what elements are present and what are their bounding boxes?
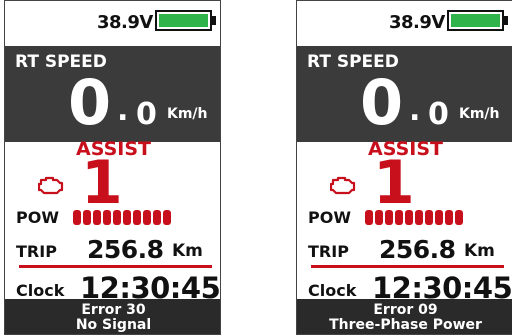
trip-label: TRIP <box>16 242 57 261</box>
divider-line <box>19 265 212 268</box>
speed-panel: RT SPEED 0 . 0 Km/h <box>5 46 220 142</box>
power-segment <box>163 210 171 225</box>
voltage-readout: 38.9V <box>97 12 153 33</box>
battery-icon <box>155 10 212 31</box>
power-segment <box>455 210 463 225</box>
speed-decimal-point: . <box>409 93 421 128</box>
power-segment <box>445 210 453 225</box>
trip-unit: Km <box>172 241 203 261</box>
power-segment <box>133 210 141 225</box>
power-segment <box>425 210 433 225</box>
error-code: Error 30 <box>81 302 146 318</box>
power-bar <box>365 210 463 225</box>
power-segment <box>123 210 131 225</box>
speed-unit: Km/h <box>167 106 208 122</box>
error-message: Three-Phase Power <box>329 317 482 333</box>
power-segment <box>113 210 121 225</box>
power-segment <box>73 210 81 225</box>
trip-value: 256.8 <box>87 235 164 264</box>
battery-fill <box>451 14 500 27</box>
assist-level: 1 <box>81 148 123 218</box>
power-segment <box>405 210 413 225</box>
battery-icon <box>447 10 504 31</box>
battery-tip <box>212 16 216 25</box>
power-segment <box>365 210 373 225</box>
power-segment <box>435 210 443 225</box>
status-bar: 38.9V <box>5 1 220 46</box>
power-segment <box>395 210 403 225</box>
power-segment <box>375 210 383 225</box>
power-segment <box>415 210 423 225</box>
display-screen-left: 38.9V RT SPEED 0 . 0 Km/h ASSIST 1 POW T… <box>4 0 221 335</box>
pow-label: POW <box>16 208 59 227</box>
engine-warning-icon <box>38 176 64 195</box>
clock-label: Clock <box>16 281 65 300</box>
speed-decimal-point: . <box>117 93 129 128</box>
engine-warning-icon <box>330 176 356 195</box>
voltage-readout: 38.9V <box>389 12 445 33</box>
speed-panel: RT SPEED 0 . 0 Km/h <box>297 46 512 142</box>
trip-label: TRIP <box>308 242 349 261</box>
trip-value: 256.8 <box>379 235 456 264</box>
trip-unit: Km <box>464 241 495 261</box>
clock-label: Clock <box>308 281 357 300</box>
error-message: No Signal <box>75 317 152 333</box>
display-screen-right: 38.9V RT SPEED 0 . 0 Km/h ASSIST 1 POW T… <box>296 0 512 335</box>
battery-tip <box>504 16 508 25</box>
power-segment <box>83 210 91 225</box>
error-bar: Error 30 No Signal <box>5 299 220 334</box>
power-segment <box>93 210 101 225</box>
battery-fill <box>159 14 208 27</box>
power-bar <box>73 210 171 225</box>
status-bar: 38.9V <box>297 1 512 46</box>
speed-value-integer: 0 <box>68 66 112 139</box>
divider-line <box>311 265 504 268</box>
assist-level: 1 <box>373 148 415 218</box>
pow-label: POW <box>308 208 351 227</box>
power-segment <box>385 210 393 225</box>
error-bar: Error 09 Three-Phase Power <box>297 299 512 334</box>
power-segment <box>103 210 111 225</box>
power-segment <box>153 210 161 225</box>
error-code: Error 09 <box>373 302 438 318</box>
speed-unit: Km/h <box>459 106 500 122</box>
speed-value-integer: 0 <box>360 66 404 139</box>
power-segment <box>143 210 151 225</box>
